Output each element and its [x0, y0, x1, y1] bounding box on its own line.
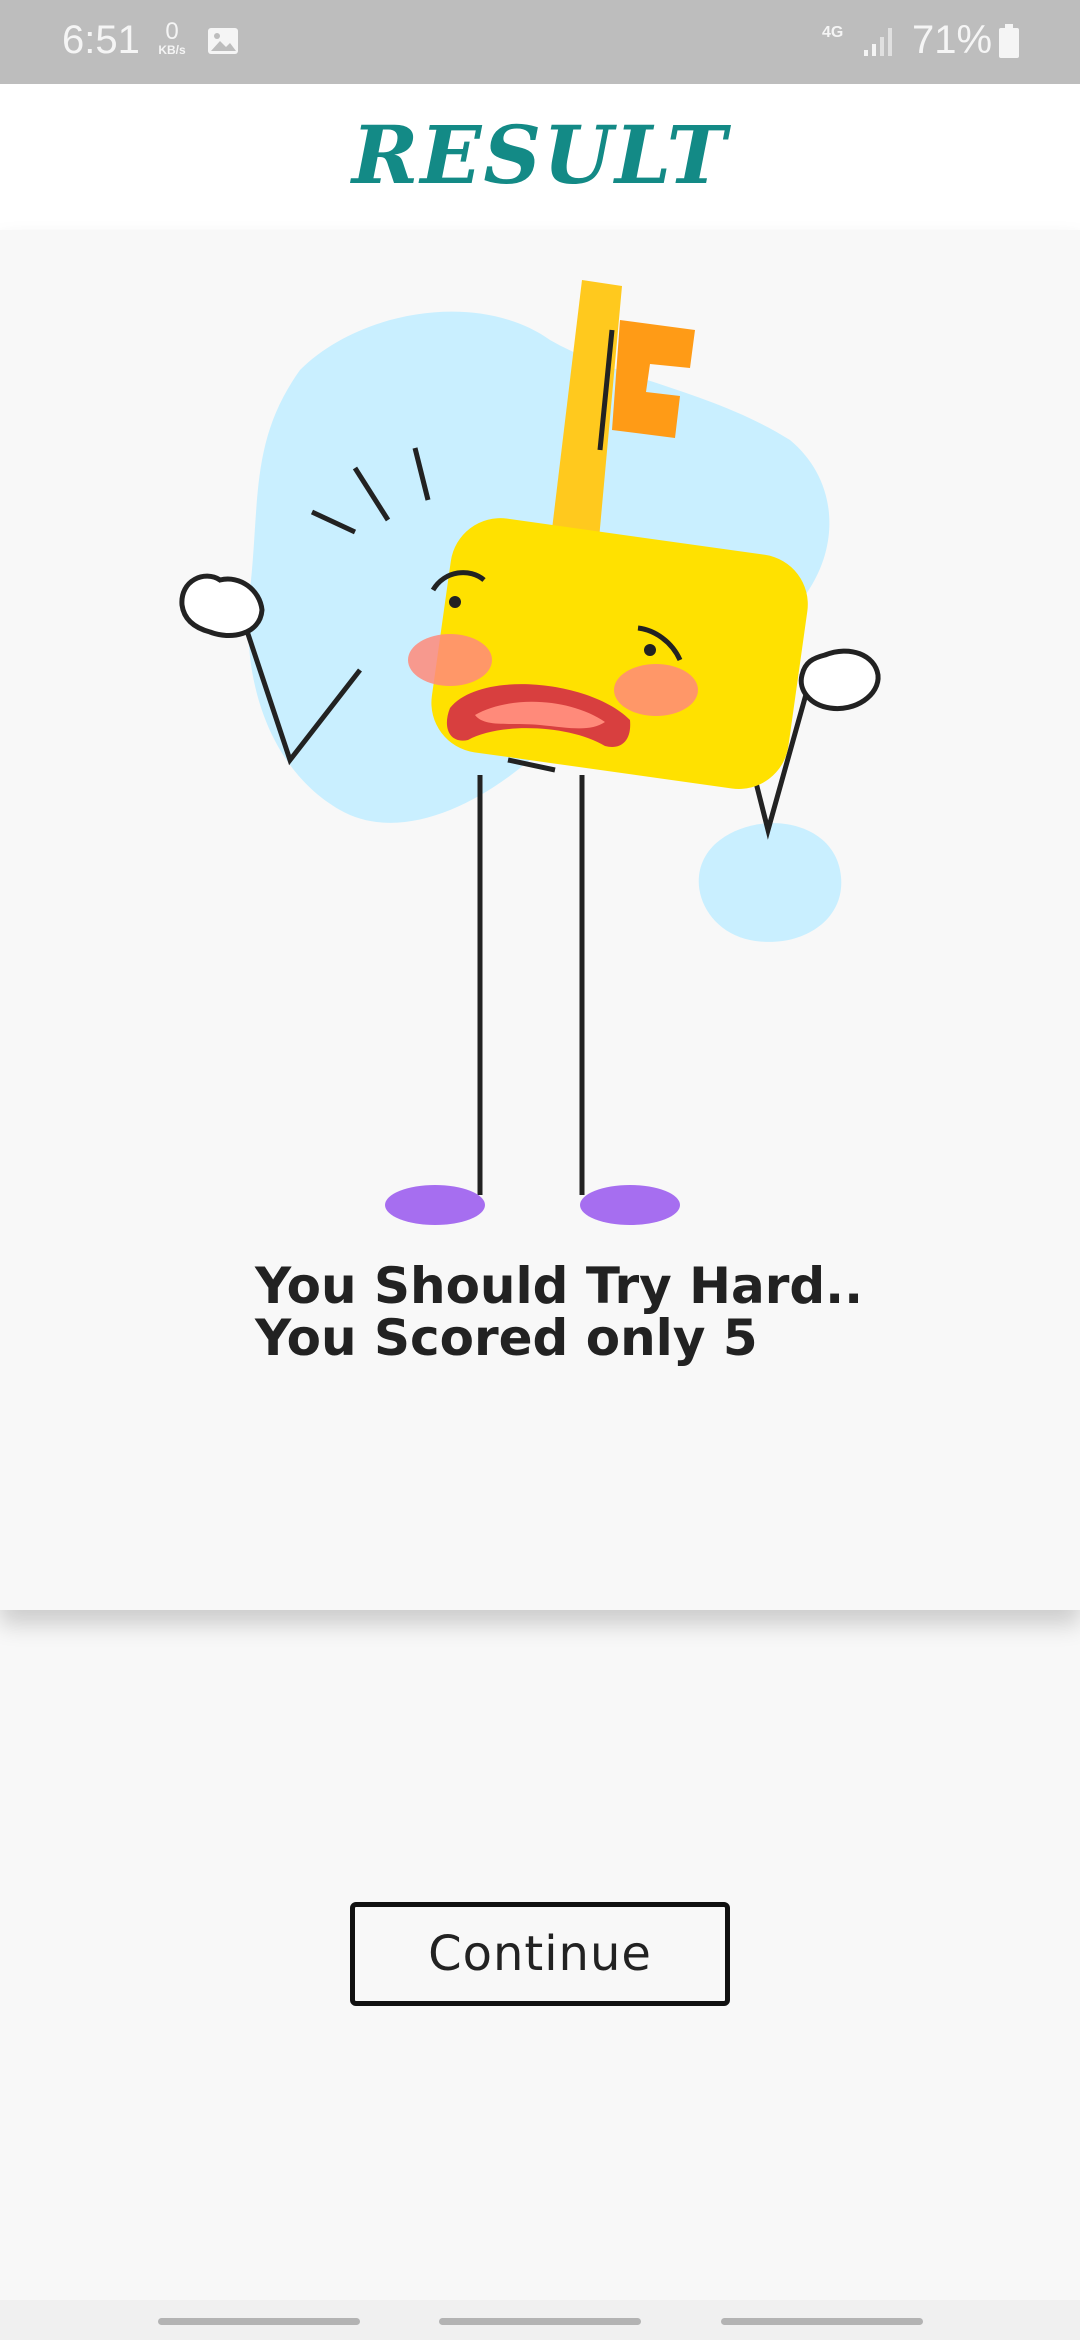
blue-blob-small	[698, 823, 842, 942]
nav-back-handle[interactable]	[721, 2318, 923, 2325]
battery-icon	[998, 24, 1020, 64]
right-shoe	[580, 1185, 680, 1225]
page-title: RESULT	[351, 108, 729, 202]
left-blush	[408, 634, 492, 686]
image-icon	[206, 24, 240, 62]
data-speed-indicator: 0 KB/s	[152, 18, 192, 57]
nav-recent-apps-handle[interactable]	[158, 2318, 360, 2325]
status-time: 6:51	[62, 18, 140, 62]
navigation-bar	[0, 2300, 1080, 2340]
status-bar: 6:51 0 KB/s 4G 71%	[0, 0, 1080, 84]
data-speed-unit: KB/s	[158, 43, 186, 57]
result-message: You Should Try Hard.. You Scored only 5	[255, 1260, 863, 1364]
right-eye	[644, 644, 656, 656]
data-speed-value: 0	[165, 18, 179, 45]
left-hand	[179, 573, 265, 638]
result-card: You Should Try Hard.. You Scored only 5	[0, 230, 1080, 1610]
left-eye	[449, 596, 461, 608]
right-blush	[614, 664, 698, 716]
sad-key-character-illustration	[150, 250, 930, 1240]
nav-home-handle[interactable]	[439, 2318, 641, 2325]
left-shoe	[385, 1185, 485, 1225]
result-line-try-hard: You Should Try Hard..	[255, 1257, 864, 1315]
network-type: 4G	[822, 24, 844, 41]
app-header: RESULT	[0, 84, 1080, 230]
continue-button[interactable]: Continue	[350, 1902, 730, 2006]
signal-icon	[862, 24, 898, 62]
right-hand	[798, 648, 881, 712]
result-line-score: You Scored only 5	[255, 1309, 758, 1367]
battery-percent: 71%	[912, 18, 993, 62]
